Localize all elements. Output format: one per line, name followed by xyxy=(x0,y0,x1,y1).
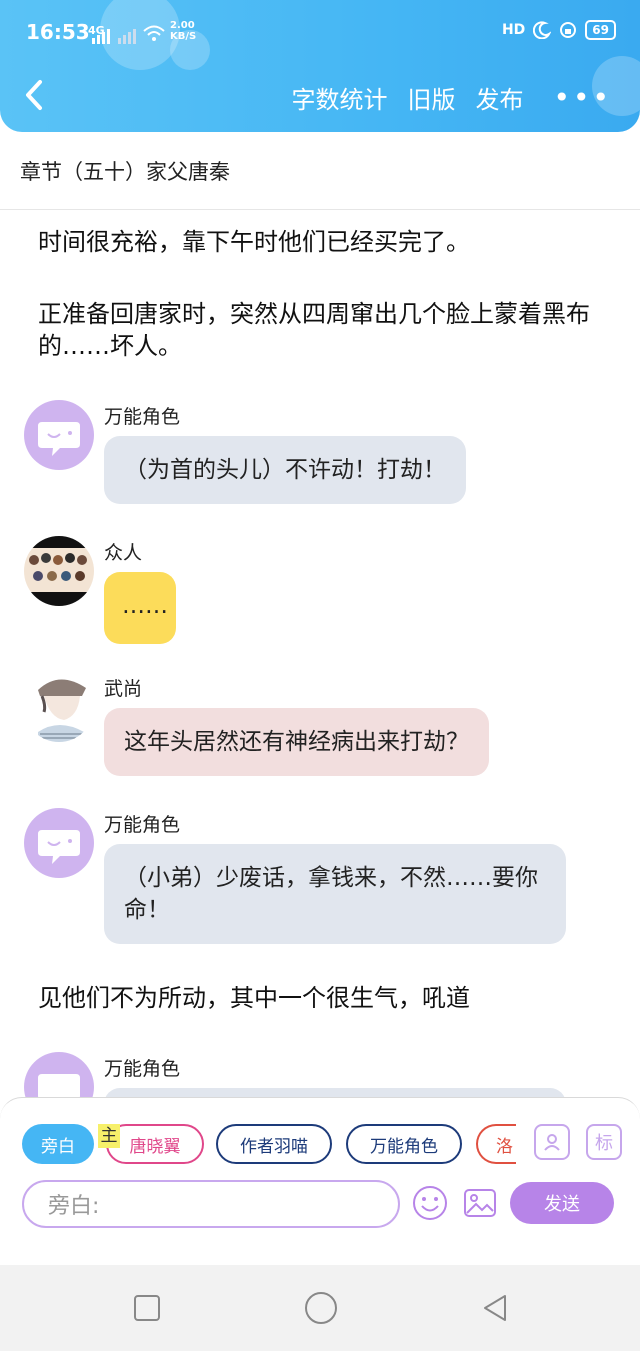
back-arrow-icon[interactable] xyxy=(22,78,46,112)
speech-bubble[interactable]: （为首的头儿）不许动！打劫！ xyxy=(104,436,466,504)
speaker-name: 武尚 xyxy=(104,678,143,700)
role-manage-button[interactable] xyxy=(534,1124,570,1160)
emoji-icon[interactable] xyxy=(412,1185,448,1221)
more-icon[interactable]: ••• xyxy=(553,83,612,111)
role-chip[interactable]: 唐晓翼 xyxy=(106,1124,204,1164)
net-speed-value: 2.00 xyxy=(170,20,195,31)
moon-icon xyxy=(533,21,552,39)
message-input[interactable]: 旁白: xyxy=(22,1180,400,1228)
speaker-name: 众人 xyxy=(104,542,143,564)
role-chip[interactable]: 万能角色 xyxy=(346,1124,462,1164)
crowd-avatar-image xyxy=(24,536,94,606)
battery-indicator: 69 xyxy=(585,20,616,40)
speaker-name: 万能角色 xyxy=(104,406,181,428)
avatar xyxy=(24,672,94,742)
narration-text: 正准备回唐家时，突然从四周窜出几个脸上蒙着黑布的……坏人。 xyxy=(38,300,590,360)
header-actions: 字数统计 旧版 发布 ••• xyxy=(291,80,612,115)
speech-bubble[interactable]: 这年头居然还有神经病出来打劫？ xyxy=(104,708,489,776)
role-chip-narrator[interactable]: 旁白 xyxy=(22,1124,94,1164)
tag-button[interactable]: 标 xyxy=(586,1124,622,1160)
narration-text: 时间很充裕，靠下午时他们已经买完了。 xyxy=(38,228,470,256)
avatar xyxy=(24,808,94,878)
speaker-name: 万能角色 xyxy=(104,1058,181,1080)
status-right: HD 69 xyxy=(502,20,616,40)
story-content[interactable]: 时间很充裕，靠下午时他们已经买完了。 正准备回唐家时，突然从四周窜出几个脸上蒙着… xyxy=(0,210,640,1100)
old-version-button[interactable]: 旧版 xyxy=(407,80,455,115)
speech-bubble[interactable]: …… xyxy=(104,572,176,644)
avatar xyxy=(24,1052,94,1100)
avatar xyxy=(24,536,94,606)
generic-role-icon xyxy=(38,830,80,864)
speech-bubble[interactable]: （小弟）少废话，拿钱来，不然……要你命！ xyxy=(104,844,566,944)
send-button[interactable]: 发送 xyxy=(510,1182,614,1224)
app-header: 16:53 4G 2.00 KB/S HD 69 字数统计 旧版 发布 ••• xyxy=(0,0,640,132)
circle-nav-icon[interactable] xyxy=(304,1291,338,1325)
generic-role-icon xyxy=(38,1074,80,1100)
hd-label: HD xyxy=(501,22,526,38)
wifi-icon xyxy=(143,25,165,41)
word-count-button[interactable]: 字数统计 xyxy=(291,80,387,115)
avatar xyxy=(24,400,94,470)
net-speed: 2.00 KB/S xyxy=(170,20,196,42)
role-chip[interactable]: 洛 xyxy=(476,1124,516,1164)
main-role-tag: 主 xyxy=(98,1124,120,1148)
chapter-title[interactable]: 章节（五十）家父唐秦 xyxy=(0,132,640,210)
input-placeholder: 旁白: xyxy=(48,1194,100,1219)
lock-rotation-icon xyxy=(560,22,577,38)
input-panel: 旁白 唐晓翼 主 作者羽喵 万能角色 洛 标 旁白: 发送 xyxy=(0,1097,640,1230)
signal-bars-icon xyxy=(92,29,136,44)
net-speed-unit: KB/S xyxy=(170,31,197,42)
status-bar: 16:53 4G 2.00 KB/S HD 69 xyxy=(0,18,640,48)
square-nav-icon[interactable] xyxy=(132,1293,162,1323)
image-icon[interactable] xyxy=(462,1185,498,1221)
character-avatar-image xyxy=(24,672,94,742)
publish-button[interactable]: 发布 xyxy=(475,80,523,115)
status-time: 16:53 xyxy=(26,20,90,44)
speaker-name: 万能角色 xyxy=(104,814,181,836)
triangle-back-icon[interactable] xyxy=(480,1293,510,1323)
role-avatar-icon xyxy=(544,1134,560,1151)
generic-role-icon xyxy=(38,422,80,456)
narration-text: 见他们不为所动，其中一个很生气，吼道 xyxy=(38,984,470,1012)
system-nav-bar xyxy=(0,1265,640,1351)
role-chip[interactable]: 作者羽喵 xyxy=(216,1124,332,1164)
chapter-title-text: 章节（五十）家父唐秦 xyxy=(20,159,230,184)
